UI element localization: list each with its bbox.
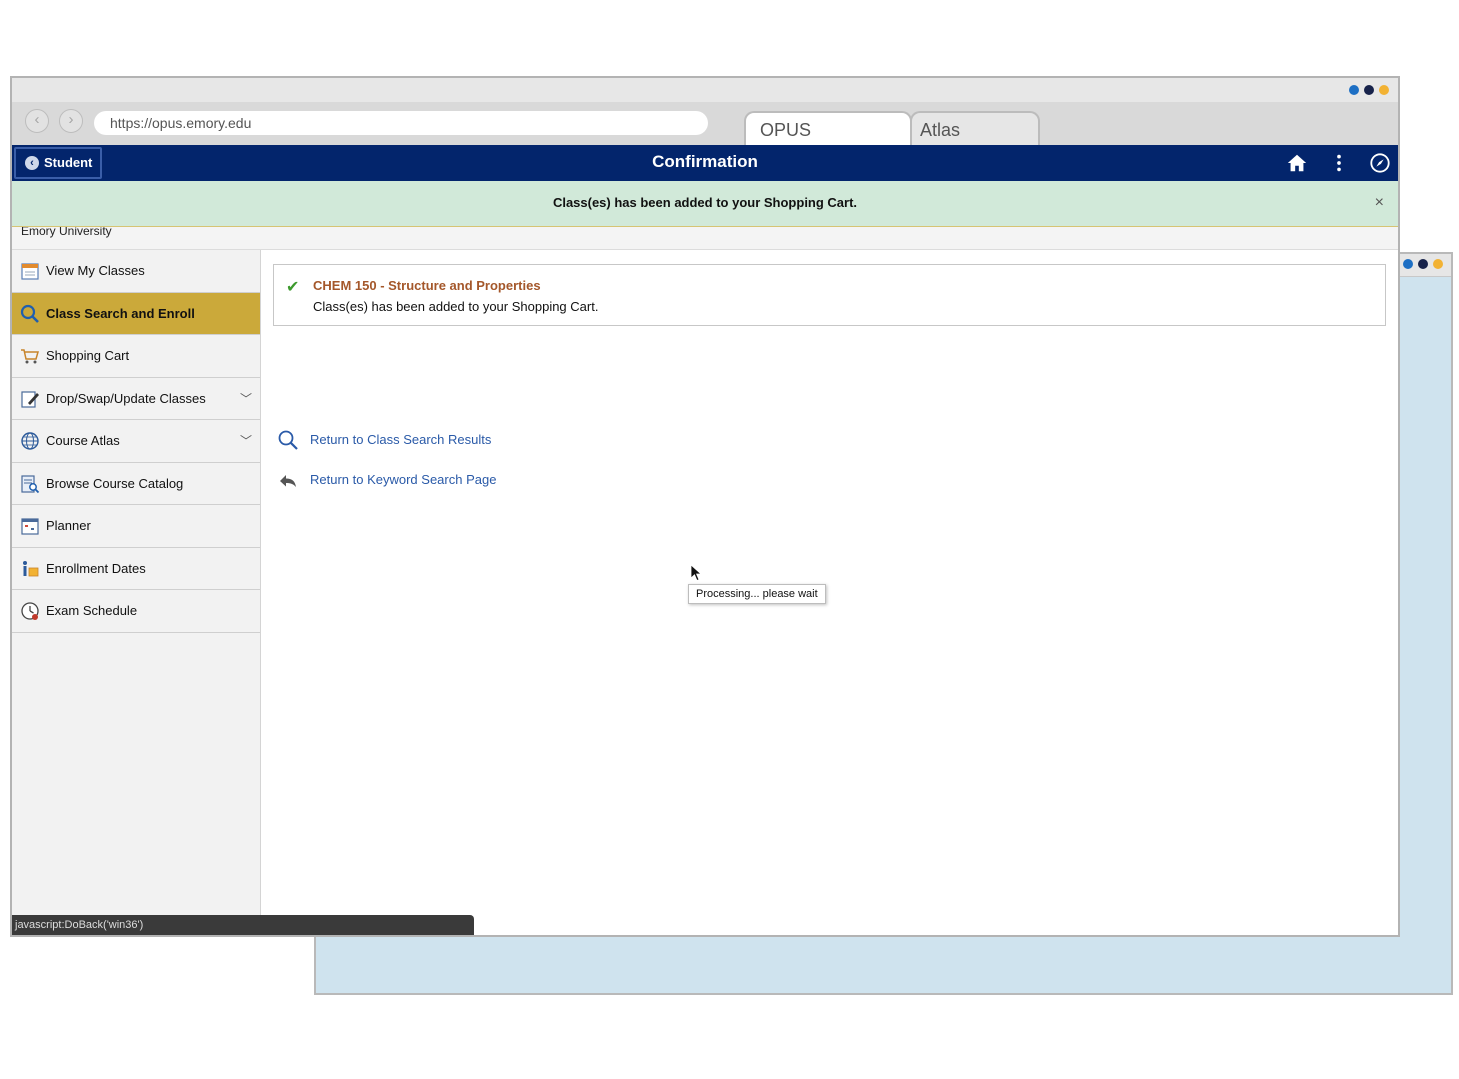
sidebar-item-shopping-cart[interactable]: Shopping Cart — [12, 335, 260, 378]
browser-dot-blue[interactable] — [1349, 85, 1359, 95]
sidebar-item-planner[interactable]: Planner — [12, 505, 260, 548]
more-vertical-icon[interactable] — [1328, 152, 1350, 174]
browser-dot-yellow[interactable] — [1379, 85, 1389, 95]
browser-forward-button[interactable]: › — [59, 109, 83, 133]
app-header: ‹ Student Confirmation — [12, 145, 1398, 181]
sidebar-item-label: Class Search and Enroll — [46, 305, 195, 321]
window-controls — [1403, 259, 1443, 269]
shopping-cart-icon — [21, 349, 39, 364]
window-dot-blue[interactable] — [1403, 259, 1413, 269]
course-title: CHEM 150 - Structure and Properties — [313, 278, 541, 293]
sidebar-item-enrollment-dates[interactable]: Enrollment Dates — [12, 548, 260, 590]
tab-atlas[interactable]: Atlas — [910, 111, 1040, 147]
browser-dot-navy[interactable] — [1364, 85, 1374, 95]
sidebar-item-label: Planner — [46, 518, 91, 533]
status-bar: javascript:DoBack('win36') — [12, 915, 474, 935]
sidebar-item-browse-course-catalog[interactable]: Browse Course Catalog — [12, 463, 260, 505]
mouse-cursor-icon — [690, 564, 702, 582]
processing-tooltip: Processing... please wait — [688, 584, 826, 604]
window-dot-yellow[interactable] — [1433, 259, 1443, 269]
tab-opus[interactable]: OPUS — [744, 111, 912, 147]
main-content: ✔ CHEM 150 - Structure and Properties Cl… — [261, 250, 1398, 935]
link-label: Return to Keyword Search Page — [310, 472, 497, 487]
catalog-search-icon — [21, 474, 40, 493]
browser-titlebar — [12, 78, 1398, 102]
sidebar-item-view-my-classes[interactable]: View My Classes — [12, 250, 260, 293]
address-bar[interactable]: https://opus.emory.edu — [94, 111, 708, 135]
enrollment-dates-icon — [23, 560, 39, 576]
sidebar: View My Classes Class Search and Enroll … — [12, 250, 261, 935]
success-notification: Class(es) has been added to your Shoppin… — [12, 181, 1398, 227]
sidebar-item-drop-swap-update-classes[interactable]: Drop/Swap/Update Classes ﹀ — [12, 378, 260, 420]
checkmark-icon: ✔ — [286, 279, 300, 296]
chevron-right-icon: › — [68, 111, 74, 128]
exam-clock-icon — [21, 602, 39, 620]
sidebar-item-label: View My Classes — [46, 263, 145, 278]
sidebar-item-class-search-and-enroll[interactable]: Class Search and Enroll — [12, 292, 260, 335]
confirmation-panel: ✔ CHEM 150 - Structure and Properties Cl… — [273, 264, 1386, 326]
compass-icon[interactable] — [1369, 152, 1391, 174]
sidebar-item-label: Drop/Swap/Update Classes — [46, 390, 206, 406]
org-name: Emory University — [21, 227, 112, 238]
confirmation-message: Class(es) has been added to your Shoppin… — [313, 299, 599, 314]
search-icon — [20, 304, 39, 323]
link-label: Return to Class Search Results — [310, 432, 492, 447]
home-icon[interactable] — [1286, 152, 1308, 174]
sidebar-item-label: Course Atlas — [46, 433, 120, 448]
page-title: Confirmation — [652, 152, 758, 171]
globe-icon — [21, 432, 39, 450]
org-strip: Emory University — [12, 227, 1398, 250]
calendar-icon — [21, 263, 39, 280]
notification-text: Class(es) has been added to your Shoppin… — [552, 195, 858, 210]
browser-back-button[interactable]: ‹ — [25, 109, 49, 133]
chevron-left-icon: ‹ — [34, 111, 40, 128]
chevron-down-icon[interactable]: ﹀ — [240, 378, 252, 420]
return-arrow-icon — [280, 475, 296, 487]
edit-document-icon — [21, 390, 39, 408]
sidebar-item-label: Shopping Cart — [46, 348, 130, 363]
sidebar-item-label: Enrollment Dates — [46, 560, 146, 576]
browser-window: ‹ › https://opus.emory.edu OPUS Atlas ‹ … — [10, 76, 1400, 937]
sidebar-item-course-atlas[interactable]: Course Atlas ﹀ — [12, 420, 260, 463]
planner-icon — [21, 518, 39, 535]
window-dot-navy[interactable] — [1418, 259, 1428, 269]
sidebar-item-label: Browse Course Catalog — [46, 475, 184, 491]
chevron-down-icon[interactable]: ﹀ — [240, 420, 252, 462]
browser-toolbar: ‹ › https://opus.emory.edu OPUS Atlas — [12, 102, 1398, 147]
browser-window-controls — [1349, 85, 1389, 95]
search-icon — [278, 430, 298, 450]
sidebar-item-exam-schedule[interactable]: Exam Schedule — [12, 590, 260, 633]
close-icon[interactable]: × — [1375, 181, 1384, 225]
sidebar-item-label: Exam Schedule — [46, 603, 138, 618]
